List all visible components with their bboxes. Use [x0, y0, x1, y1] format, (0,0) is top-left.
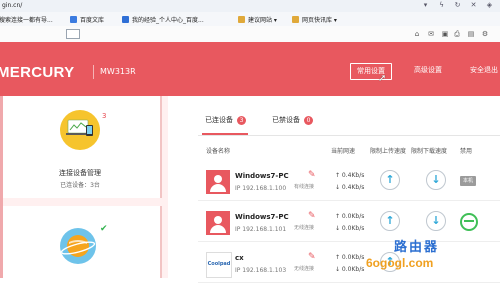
bookmark-item[interactable]: 搜索连接一都有导...: [0, 14, 53, 24]
watermark-line1: 路由器: [394, 240, 440, 255]
devices-card-title: 连接设备管理: [59, 169, 101, 177]
coolpad-logo-icon: Coolpad: [206, 252, 232, 278]
tab-bar: ⌂ ✉ ▣ ⎙ ▤ ⚙: [0, 26, 500, 43]
connection-type: 无线连接: [294, 266, 315, 272]
download-rate: ↓ 0.0Kb/s: [335, 225, 365, 232]
user-avatar-icon: [206, 170, 230, 194]
address-text[interactable]: gin.cn/: [2, 2, 22, 9]
limit-upload-button[interactable]: ↑: [380, 170, 400, 190]
limit-download-button[interactable]: ↓: [426, 170, 446, 190]
safe-exit-button[interactable]: 安全退出: [470, 63, 498, 78]
folder-icon: [238, 15, 245, 23]
address-controls: ▾ ϟ ↻ ✕ ◈: [421, 1, 494, 10]
col-ban: 禁用: [460, 148, 473, 155]
col-device-name: 设备名称: [206, 148, 231, 155]
lightning-icon[interactable]: ϟ: [437, 1, 446, 10]
planet-icon: [60, 228, 96, 264]
folder-icon: [292, 15, 299, 23]
connection-type: 有线连接: [294, 184, 315, 190]
check-icon: ✔: [100, 224, 108, 234]
upload-rate: ↑ 0.4Kb/s: [335, 172, 365, 179]
home-icon[interactable]: ⌂: [413, 30, 421, 38]
device-ip: IP 192.168.1.100: [235, 185, 287, 192]
bookmark-item[interactable]: 百度文库: [70, 14, 104, 24]
dropdown-icon[interactable]: ▾: [421, 1, 430, 10]
connection-type: 无线连接: [294, 225, 315, 231]
table-row: Windows7-PC IP 192.168.1.100 ✎ 有线连接 ↑ 0.…: [198, 164, 500, 201]
site-watermark: 路由器 6ogogl.com: [360, 236, 500, 278]
local-device-tag: 本机: [460, 176, 477, 186]
lock-icon[interactable]: ▣: [441, 30, 449, 38]
ban-toggle[interactable]: [460, 213, 478, 231]
close-icon[interactable]: ✕: [469, 1, 478, 10]
devices-icon: [60, 110, 100, 150]
edit-icon[interactable]: ✎: [308, 170, 318, 180]
mail-icon[interactable]: ✉: [427, 30, 435, 38]
tab-divider: [198, 135, 500, 136]
device-ip: IP 192.168.1.101: [235, 226, 287, 233]
advanced-settings-button[interactable]: 高级设置: [414, 63, 442, 78]
device-name: Windows7-PC: [235, 172, 289, 180]
download-rate: ↓ 0.4Kb/s: [335, 184, 365, 191]
model-name: MW313R: [100, 67, 136, 76]
blocked-count-badge: 0: [304, 115, 313, 125]
limit-upload-button[interactable]: ↑: [380, 211, 400, 231]
logo-divider: [93, 65, 94, 79]
col-limit-download: 限制下载速度: [411, 148, 448, 155]
device-ip: IP 192.168.1.103: [235, 267, 287, 274]
bookmark-item[interactable]: 我的经验_个人中心_百度...: [122, 14, 204, 24]
tab-blocked-devices[interactable]: 已禁设备 0: [272, 115, 313, 125]
bookmark-item[interactable]: 网页快讯库 ▾: [292, 14, 337, 24]
col-current-rate: 当前网速: [331, 148, 356, 155]
watermark-line2: 6ogogl.com: [366, 256, 434, 270]
tools-icon[interactable]: ⚙: [481, 30, 489, 38]
edit-icon[interactable]: ✎: [308, 211, 318, 221]
tab-connected-devices[interactable]: 已连设备 3: [205, 115, 246, 125]
devices-badge: 3: [102, 112, 107, 120]
brand-logo: MERCURY: [0, 64, 75, 81]
bookmarks-bar: 搜索连接一都有导... 百度文库 我的经验_个人中心_百度... 建议网站 ▾ …: [0, 12, 500, 27]
mouse-cursor-icon: ➚: [378, 73, 387, 84]
device-name: cx: [235, 254, 244, 262]
edit-icon[interactable]: ✎: [308, 252, 318, 262]
page-icon: [122, 15, 129, 23]
limit-download-button[interactable]: ↓: [426, 211, 446, 231]
print-icon[interactable]: ⎙: [453, 30, 461, 38]
new-tab-button[interactable]: [66, 29, 80, 39]
page-menu-icon[interactable]: ▤: [467, 30, 475, 38]
refresh-icon[interactable]: ↻: [453, 1, 462, 10]
bookmark-item[interactable]: 建议网站 ▾: [238, 14, 277, 24]
devices-card-subtitle: 已连设备：3台: [60, 182, 100, 189]
router-header: MERCURY MW313R 常用设置 高级设置 安全退出: [0, 42, 500, 96]
sidebar-accent: [0, 96, 3, 278]
user-avatar-icon: [206, 211, 230, 235]
page-icon: [70, 15, 77, 23]
shield-icon[interactable]: ◈: [485, 1, 494, 10]
upload-rate: ↑ 0.0Kb/s: [335, 213, 365, 220]
col-limit-upload: 限制上传速度: [370, 148, 407, 155]
device-name: Windows7-PC: [235, 213, 289, 221]
connected-count-badge: 3: [237, 115, 246, 125]
